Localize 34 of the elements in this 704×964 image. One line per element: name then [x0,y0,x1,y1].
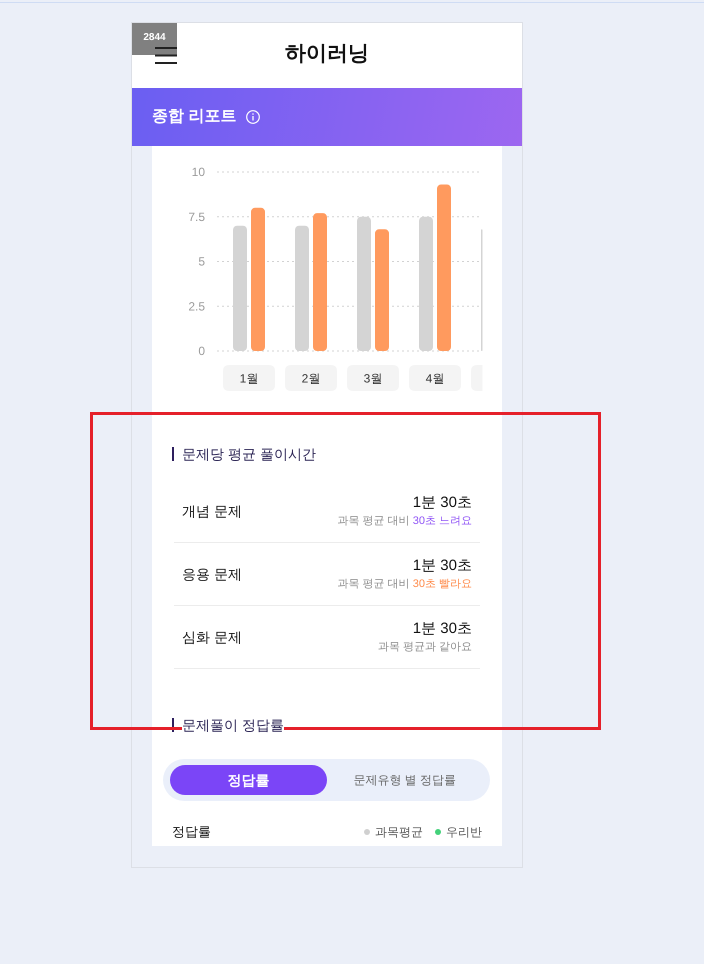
legend-label: 과목평균 [375,824,423,841]
axis-label: 7.5 [188,210,205,224]
comparison-note: 과목 평균 대비 30초 빨라요 [338,577,472,591]
question-type: 응용 문제 [182,564,242,584]
comparison-note: 과목 평균 대비 30초 느려요 [338,514,472,528]
legend-label: 우리반 [446,824,482,841]
month-label: 1월 [223,365,275,391]
solve-time: 1분 30초 [412,494,472,512]
tab-button[interactable]: 문제유형 별 정답률 [326,765,483,795]
count-badge: 2844 [132,23,177,55]
report-title: 종합 리포트 [152,107,236,127]
month-label: 3월 [347,365,399,391]
question-type: 개념 문제 [182,502,242,520]
heading-marker-icon [172,447,174,461]
month-label: 4월 [409,365,461,391]
menu-icon[interactable] [155,47,177,64]
x-tick-label: 2월 [302,372,320,386]
axis-label: 0 [198,344,205,358]
axis-label: 2.5 [188,299,205,314]
question-type: 심화 문제 [182,628,242,646]
solve-time: 1분 30초 [412,557,472,575]
tab-button[interactable]: 정답률 [170,765,326,795]
month-label: 2월 [285,365,337,391]
axis-label: 10 [192,165,205,179]
x-tick-label: 3월 [364,372,382,386]
x-tick-label: 1월 [240,372,258,386]
solve-time: 1분 30초 [412,620,472,638]
x-tick-label: 4월 [426,372,444,386]
comparison-note: 과목 평균과 같아요 [378,640,472,654]
app-title: 하이러닝 [285,40,369,66]
chart-title: 정답률 [172,823,211,842]
axis-label: 5 [198,254,205,268]
info-icon[interactable] [246,110,260,124]
heading-marker-icon [172,718,174,732]
